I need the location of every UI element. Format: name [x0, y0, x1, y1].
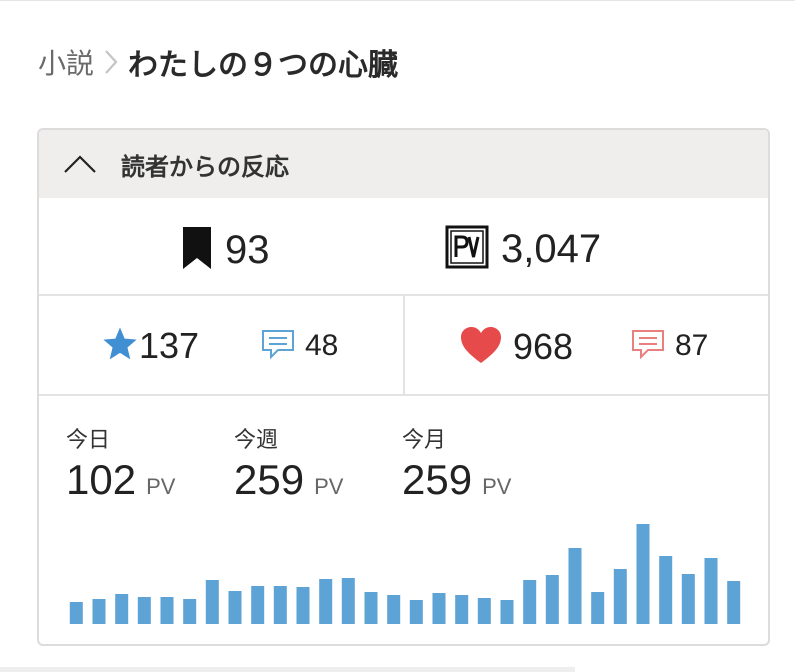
pv-bar [659, 556, 673, 624]
pv-bar [455, 595, 469, 624]
pv-bar [545, 575, 559, 624]
pv-bar [500, 600, 514, 624]
reaction-divider [403, 296, 405, 394]
pv-month-label: 今月 [402, 428, 447, 453]
chevron-right-icon [94, 47, 128, 77]
pv-bar [568, 548, 582, 624]
star-comment-stat[interactable]: 48 [261, 329, 338, 363]
pv-bar [636, 524, 650, 624]
heart-comment-stat[interactable]: 87 [631, 329, 708, 363]
pv-week-value: 259 [234, 456, 305, 503]
bookmark-stat: 93 [181, 225, 270, 275]
pv-bar-chart [69, 524, 741, 624]
comment-icon [261, 329, 295, 363]
bookmark-count: 93 [225, 227, 270, 272]
pv-bar [613, 569, 627, 624]
pv-bar [523, 580, 537, 624]
pv-bar [183, 599, 197, 624]
chevron-up-icon[interactable] [63, 149, 103, 179]
pv-week-unit: PV [314, 474, 344, 499]
bookmark-icon [181, 225, 213, 275]
pv-bar [115, 594, 129, 624]
pv-bar [251, 586, 265, 624]
pv-bar [228, 591, 242, 624]
pv-month-unit: PV [482, 474, 512, 499]
pv-bar [296, 587, 310, 624]
bottom-divider [0, 667, 575, 672]
pv-total-stat: 3,047 [445, 225, 601, 273]
pv-bar [727, 581, 741, 624]
summary-row: 93 3,047 [39, 198, 768, 296]
reader-reaction-panel: 読者からの反応 93 3,047 137 48 968 87 今日 102 PV… [37, 128, 770, 646]
star-icon [101, 325, 139, 367]
pv-bar [681, 574, 695, 624]
pv-bar [409, 600, 423, 624]
pv-today-unit: PV [146, 474, 176, 499]
star-comment-count: 48 [305, 329, 339, 362]
pv-total-count: 3,047 [501, 226, 602, 271]
pv-today-label: 今日 [66, 428, 111, 453]
panel-header[interactable]: 読者からの反応 [39, 130, 768, 198]
pv-bar [591, 592, 605, 624]
pv-bar [477, 598, 491, 624]
pv-bar [160, 597, 174, 624]
pv-today: 今日 102 PV [66, 422, 175, 504]
pv-bar [273, 586, 287, 624]
pv-icon [445, 225, 489, 273]
pv-today-value: 102 [66, 456, 137, 503]
pv-week-label: 今週 [234, 428, 279, 453]
pv-bar [432, 593, 446, 624]
pv-bar [137, 597, 151, 624]
pv-bar [364, 592, 378, 624]
heart-comment-count: 87 [675, 329, 709, 362]
breadcrumb: 小説 わたしの９つの心臓 [38, 40, 398, 84]
heart-count: 968 [513, 326, 574, 367]
pv-bar [205, 580, 219, 624]
pv-month-value: 259 [402, 456, 473, 503]
heart-stat[interactable]: 968 [459, 325, 573, 369]
reaction-row: 137 48 968 87 [39, 296, 768, 396]
pv-bar [319, 579, 333, 624]
comment-icon [631, 329, 665, 363]
pv-bar [92, 599, 106, 624]
page-title: わたしの９つの心臓 [128, 48, 399, 83]
panel-title: 読者からの反応 [121, 152, 289, 181]
pv-bar [387, 595, 401, 624]
star-count: 137 [139, 325, 200, 366]
pv-bar [69, 602, 83, 624]
pv-month: 今月 259 PV [402, 422, 511, 504]
pv-bar [341, 578, 355, 624]
pv-bar [704, 558, 718, 624]
heart-icon [459, 325, 503, 369]
top-divider [0, 0, 795, 1]
breadcrumb-parent-link[interactable]: 小説 [38, 42, 94, 82]
star-stat[interactable]: 137 [101, 325, 199, 367]
pv-week: 今週 259 PV [234, 422, 343, 504]
